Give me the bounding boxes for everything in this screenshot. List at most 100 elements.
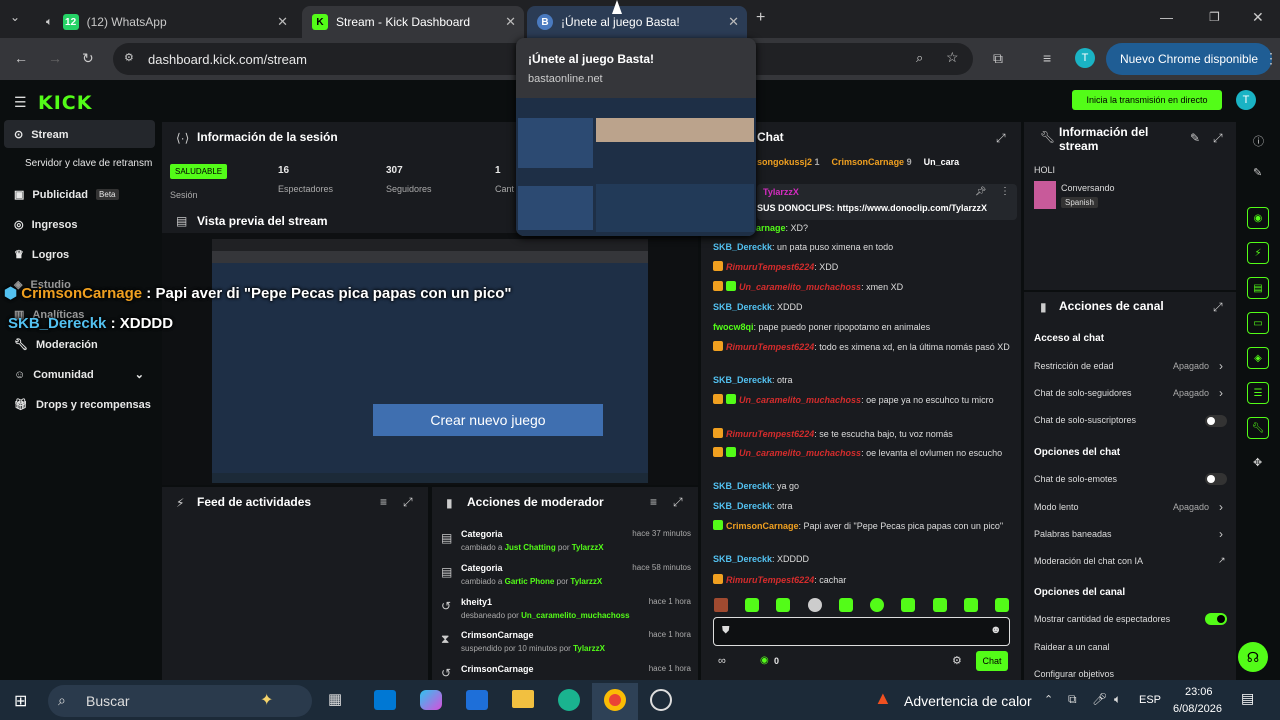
emote-icon[interactable] [714, 598, 728, 612]
tray-chevron-icon[interactable]: ⌃ [1044, 693, 1053, 706]
sidebar-item-ads[interactable]: ▣ Publicidad Beta [14, 188, 119, 201]
chevron-right-icon[interactable]: › [1219, 359, 1223, 373]
start-stream-button[interactable]: Inicia la transmisión en directo [1072, 90, 1222, 110]
tab-search-icon[interactable]: ⌄ [10, 10, 20, 24]
popout-icon[interactable]: ⤢ [1213, 131, 1223, 146]
popout-icon[interactable]: ⤢ [1213, 300, 1223, 315]
settings-gear-icon[interactable]: ⚙ [952, 654, 962, 667]
sidebar-item-stream[interactable]: ⊙ Stream [14, 128, 69, 142]
sidebar-item-community[interactable]: ☺ Comunidad ⌄ [14, 368, 144, 382]
infinity-icon[interactable]: ∞ [718, 655, 726, 667]
goals-label[interactable]: Configurar objetivos [1034, 669, 1114, 679]
more-icon[interactable]: ⋮ [1000, 186, 1010, 197]
create-game-button[interactable]: Crear nuevo juego [373, 404, 603, 436]
chat-tool-icon[interactable]: ▭ [1247, 312, 1269, 334]
sidebar-item-server-key[interactable]: Servidor y clave de retransm [25, 158, 152, 169]
close-window-button[interactable]: ✕ [1252, 9, 1264, 26]
slow-mode-label[interactable]: Modo lento [1034, 502, 1079, 512]
tab-kick-dashboard[interactable]: K Stream - Kick Dashboard ✕ [302, 6, 524, 38]
sidebar-item-achievements[interactable]: ♛ Logros [14, 248, 69, 262]
emote-only-toggle[interactable] [1205, 473, 1227, 485]
clock-date[interactable]: 6/08/2026 [1173, 703, 1222, 715]
emoji-icon[interactable]: ☻ [990, 624, 1002, 636]
copilot-icon[interactable] [420, 690, 442, 710]
drag-icon[interactable]: ✥ [1253, 456, 1262, 469]
clock-time[interactable]: 23:06 [1185, 686, 1213, 698]
emote-icon[interactable] [963, 598, 978, 612]
pin-icon[interactable]: 📌︎ [975, 186, 986, 197]
reload-icon[interactable]: ↻ [82, 50, 94, 67]
edge-icon[interactable] [558, 689, 580, 711]
chevron-right-icon[interactable]: › [1219, 527, 1223, 541]
close-tab-icon[interactable]: ✕ [505, 14, 516, 30]
profile-avatar[interactable]: T [1075, 48, 1095, 68]
forward-icon[interactable]: → [48, 50, 62, 66]
store-icon[interactable] [466, 690, 488, 710]
sidebar-item-moderation[interactable]: 🔧︎ Moderación [14, 338, 98, 352]
pencil-icon[interactable]: ✎ [1253, 166, 1262, 179]
task-view-icon[interactable]: ▦ [328, 690, 342, 708]
new-chrome-button[interactable]: Nuevo Chrome disponible [1106, 43, 1272, 75]
microphone-icon[interactable]: 🎤︎ [1092, 692, 1107, 706]
age-restriction-label[interactable]: Restricción de edad [1034, 361, 1114, 371]
sidebar-item-drops[interactable]: 🎁︎ Drops y recompensas [14, 398, 151, 412]
send-chat-button[interactable]: Chat [976, 651, 1008, 671]
emote-icon[interactable] [838, 598, 853, 612]
lightning-tool-icon[interactable]: ⚡︎ [1247, 242, 1269, 264]
bookmark-star-icon[interactable]: ☆ [946, 49, 959, 66]
filter-icon[interactable]: ≡ [650, 495, 657, 509]
tray-icon[interactable]: ⧉ [1068, 692, 1077, 707]
file-explorer-icon[interactable] [512, 690, 534, 708]
ai-moderation-label[interactable]: Moderación del chat con IA [1034, 556, 1143, 566]
emote-icon[interactable] [745, 598, 760, 612]
support-headset-icon[interactable]: ☊ [1238, 642, 1268, 672]
broadcast-tool-icon[interactable]: ◈ [1247, 347, 1269, 369]
menu-dots-icon[interactable]: ⋮ [1264, 50, 1278, 67]
tab-basta[interactable]: B ¡Únete al juego Basta! ✕ [527, 6, 747, 38]
external-link-icon[interactable]: ↗ [1218, 555, 1226, 566]
extensions-icon[interactable]: ⧉ [993, 50, 1003, 67]
show-viewer-count-toggle[interactable] [1205, 613, 1227, 625]
back-icon[interactable]: ← [14, 50, 28, 66]
emote-icon[interactable] [901, 598, 916, 612]
filter-icon[interactable]: ≡ [380, 495, 387, 509]
popout-icon[interactable]: ⤢ [996, 131, 1006, 146]
windows-start-icon[interactable]: ⊞ [14, 691, 27, 711]
user-avatar[interactable]: T [1236, 90, 1256, 110]
stream-preview-video[interactable]: Crear nuevo juego [212, 239, 648, 483]
outlook-icon[interactable] [374, 690, 396, 710]
maximize-button[interactable]: ❐ [1209, 10, 1220, 24]
subs-only-toggle[interactable] [1205, 415, 1227, 427]
emote-icon[interactable] [776, 598, 791, 612]
popout-icon[interactable]: ⤢ [673, 495, 683, 510]
heat-warning-text[interactable]: Advertencia de calor [904, 693, 1032, 709]
notifications-icon[interactable]: ▤ [1241, 690, 1254, 707]
clip-tool-icon[interactable]: ▤ [1247, 277, 1269, 299]
chevron-right-icon[interactable]: › [1219, 386, 1223, 400]
close-tab-icon[interactable]: ✕ [277, 14, 288, 30]
followers-only-label[interactable]: Chat de solo-seguidores [1034, 388, 1132, 398]
edit-pencil-icon[interactable]: ✎ [1190, 131, 1200, 145]
minimize-button[interactable]: — [1160, 10, 1173, 25]
chat-input[interactable]: ⛊ ☻ [713, 617, 1010, 646]
emote-icon[interactable] [932, 598, 947, 612]
chevron-right-icon[interactable]: › [1219, 500, 1223, 514]
close-tab-icon[interactable]: ✕ [728, 14, 739, 30]
tab-whatsapp[interactable]: 🔈︎ 12 (12) WhatsApp ✕ [36, 6, 296, 38]
obs-icon[interactable] [650, 689, 672, 711]
banned-words-label[interactable]: Palabras baneadas [1034, 529, 1112, 539]
popout-icon[interactable]: ⤢ [403, 495, 413, 510]
emote-icon[interactable] [994, 598, 1009, 612]
site-info-icon[interactable]: ⚙ [124, 51, 134, 64]
camera-tool-icon[interactable]: ◉ [1247, 207, 1269, 229]
sidebar-item-income[interactable]: ◎ Ingresos [14, 218, 77, 232]
kick-logo[interactable]: KICK [38, 92, 92, 114]
new-tab-button[interactable]: + [756, 9, 765, 27]
emote-icon[interactable] [807, 598, 822, 612]
media-icon[interactable]: ≡ [1043, 50, 1051, 66]
wrench-tool-icon[interactable]: 🔧︎ [1247, 417, 1269, 439]
zoom-icon[interactable]: ⌕ [916, 50, 923, 66]
taskbar-search[interactable]: ⌕ Buscar ✦ [48, 685, 312, 717]
volume-icon[interactable]: 🔈︎ [1114, 692, 1121, 707]
list-tool-icon[interactable]: ☰ [1247, 382, 1269, 404]
